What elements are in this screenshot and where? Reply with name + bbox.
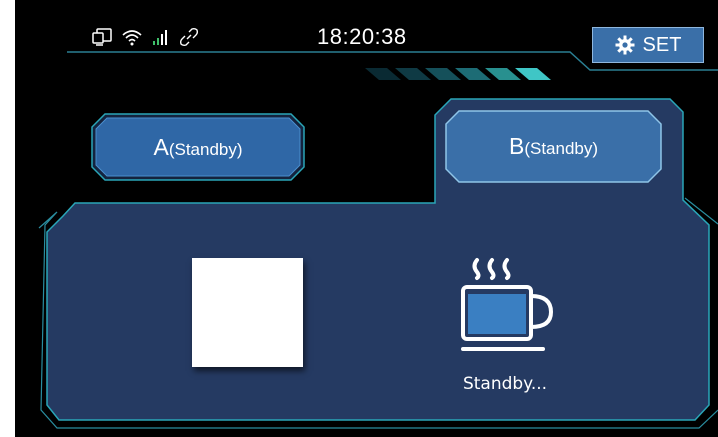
preview-image xyxy=(192,258,303,367)
gear-icon xyxy=(615,35,635,55)
link-icon xyxy=(179,27,199,47)
tab-b-state: (Standby) xyxy=(524,139,599,158)
wifi-icon xyxy=(122,30,142,46)
frame-decoration xyxy=(38,51,718,429)
tab-a-state: (Standby) xyxy=(168,139,243,159)
status-text: Standby... xyxy=(462,374,548,394)
header-stripes xyxy=(365,68,551,80)
coffee-cup-icon xyxy=(461,258,554,351)
signal-icon xyxy=(153,30,167,45)
display-icon xyxy=(92,28,112,46)
settings-button-label: SET xyxy=(642,33,682,56)
tab-b-name: B xyxy=(508,133,525,159)
settings-button[interactable]: SET xyxy=(592,27,704,63)
clock-time: 18:20:38 xyxy=(317,24,407,49)
tab-a[interactable]: A(Standby) xyxy=(91,113,305,181)
status-icons xyxy=(91,26,199,48)
tab-a-name: A xyxy=(153,133,169,160)
device-screen: 18:20:38 SET A(Standby) B(Standby) Stand… xyxy=(15,0,718,437)
tab-b[interactable]: B(Standby) xyxy=(445,110,662,183)
